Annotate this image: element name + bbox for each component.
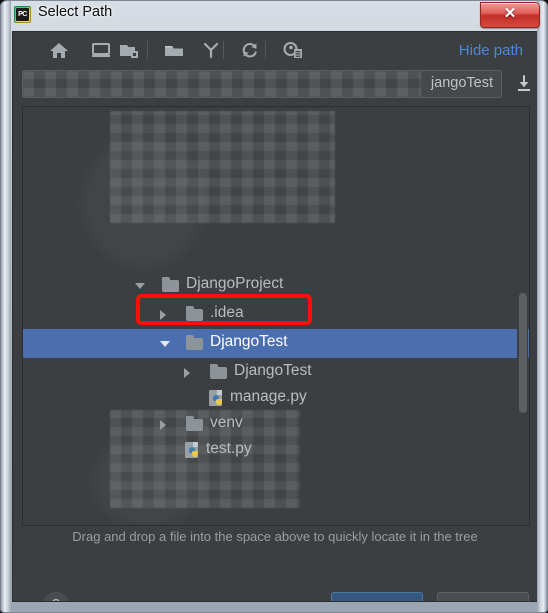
path-redaction-mosaic — [23, 71, 421, 97]
tree-row-label: test.py — [206, 440, 252, 457]
close-icon: ✕ — [503, 5, 517, 22]
twisty-closed-icon[interactable] — [184, 368, 190, 378]
twisty-open-icon[interactable] — [160, 341, 170, 347]
title-bar: PC Select Path ✕ — [1, 1, 548, 28]
pycharm-icon: PC — [14, 6, 31, 23]
twisty-closed-icon[interactable] — [160, 310, 166, 320]
tree-scrollbar-thumb[interactable] — [519, 293, 527, 413]
dialog-body: Hide path jangoTest DjangoProject .idea … — [12, 31, 538, 602]
path-row: jangoTest — [22, 70, 530, 102]
select-path-dialog-window: PC Select Path ✕ Hide path jangoTest Dja… — [0, 0, 548, 613]
ok-button[interactable]: OK — [331, 592, 423, 601]
home-icon-glyph — [50, 43, 68, 58]
tree-row-djangoproject[interactable]: DjangoProject — [23, 271, 529, 300]
delete-icon[interactable] — [198, 38, 224, 62]
twisty-closed-icon[interactable] — [160, 420, 166, 430]
folder-icon — [186, 335, 203, 350]
folder-icon — [210, 364, 227, 379]
project-folder-icon-glyph — [120, 45, 138, 58]
new-folder-icon[interactable] — [162, 38, 188, 62]
toolbar-separator — [265, 41, 266, 59]
drag-drop-hint: Drag and drop a file into the space abov… — [72, 529, 478, 544]
python-file-icon — [208, 390, 225, 406]
tree-row-test-py[interactable]: test.py — [23, 436, 529, 465]
show-hidden-icon[interactable] — [280, 38, 306, 62]
project-folder-icon[interactable] — [116, 38, 142, 62]
desktop-icon[interactable] — [88, 38, 114, 62]
tree-row-label: manage.py — [230, 388, 307, 405]
home-icon[interactable] — [46, 38, 72, 62]
toolbar-separator — [223, 41, 224, 59]
blur-haze — [83, 137, 203, 267]
tree-row-idea[interactable]: .idea — [23, 300, 529, 329]
close-button[interactable]: ✕ — [480, 2, 540, 28]
tree-row-manage-py[interactable]: manage.py — [23, 384, 529, 413]
show-hidden-icon-glyph — [283, 41, 302, 58]
tree-row-venv[interactable]: venv — [23, 410, 529, 439]
window-title: Select Path — [38, 4, 113, 20]
desktop-icon-glyph — [92, 43, 110, 57]
tree-row-label: DjangoTest — [234, 362, 312, 379]
download-arrow-icon-glyph — [518, 75, 530, 91]
refresh-icon-glyph — [242, 43, 257, 58]
tree-row-label: DjangoTest — [210, 333, 288, 350]
delete-icon-glyph — [203, 42, 219, 59]
folder-icon — [162, 277, 179, 292]
python-file-icon — [184, 442, 201, 458]
tree-row-djangotest-selected[interactable]: DjangoTest — [23, 329, 529, 358]
file-tree-panel[interactable]: DjangoProject .idea DjangoTest DjangoTes… — [22, 106, 530, 526]
tree-scrollbar[interactable] — [517, 108, 528, 524]
toolbar-separator — [147, 41, 148, 59]
pycharm-icon-glyph: PC — [16, 8, 29, 21]
tree-row-label: DjangoProject — [186, 275, 284, 292]
refresh-icon[interactable] — [237, 38, 263, 62]
tree-row-djangotest-child[interactable]: DjangoTest — [23, 358, 529, 387]
toolbar: Hide path — [13, 32, 537, 68]
help-button[interactable]: ? — [42, 592, 70, 601]
folder-icon — [186, 306, 203, 321]
path-input-value: jangoTest — [430, 75, 493, 91]
cancel-button[interactable]: Cancel — [437, 592, 529, 601]
twisty-open-icon[interactable] — [135, 283, 145, 289]
tree-row-label: .idea — [210, 304, 244, 321]
download-arrow-icon[interactable] — [514, 73, 534, 95]
hide-path-link[interactable]: Hide path — [459, 42, 523, 59]
path-input[interactable]: jangoTest — [22, 70, 502, 98]
new-folder-icon-glyph — [165, 46, 183, 56]
tree-row-label: venv — [210, 414, 243, 431]
folder-icon — [186, 416, 203, 431]
